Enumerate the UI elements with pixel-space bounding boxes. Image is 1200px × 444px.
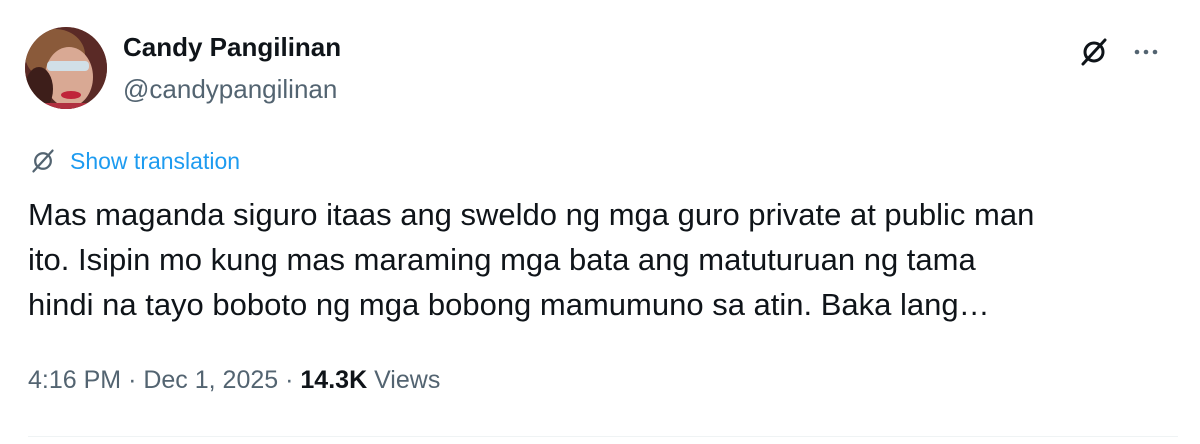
tweet-text-line: Mas maganda siguro itaas ang sweldo ng m… [28,197,1035,232]
show-translation-link[interactable]: Show translation [28,146,240,176]
divider [28,436,1178,437]
show-translation-label[interactable]: Show translation [70,148,240,175]
more-options-button[interactable] [1124,30,1168,74]
tweet-time[interactable]: 4:16 PM [28,366,121,394]
tweet-text-line: ito. Isipin mo kung mas maraming mga bat… [28,242,976,277]
tweet-text: Mas maganda siguro itaas ang sweldo ng m… [28,192,1178,327]
author-display-name[interactable]: Candy Pangilinan [123,32,341,63]
grok-translate-icon [28,146,58,176]
grok-icon [1081,38,1107,66]
author-handle[interactable]: @candypangilinan [123,74,337,105]
meta-separator: · [128,366,137,394]
more-horizontal-icon [1134,49,1158,55]
grok-button[interactable] [1072,30,1116,74]
tweet-date[interactable]: Dec 1, 2025 [143,366,278,394]
tweet-text-line: hindi na tayo boboto ng mga bobong mamum… [28,287,990,322]
tweet-meta: 4:16 PM · Dec 1, 2025 · 14.3K Views [28,366,440,395]
meta-separator: · [285,366,294,394]
profile-photo-icon [25,27,107,109]
tweet-card: Candy Pangilinan @candypangilinan Show t… [0,0,1200,444]
avatar[interactable] [25,27,107,109]
views-label: Views [374,366,441,394]
views-count: 14.3K [300,366,368,394]
